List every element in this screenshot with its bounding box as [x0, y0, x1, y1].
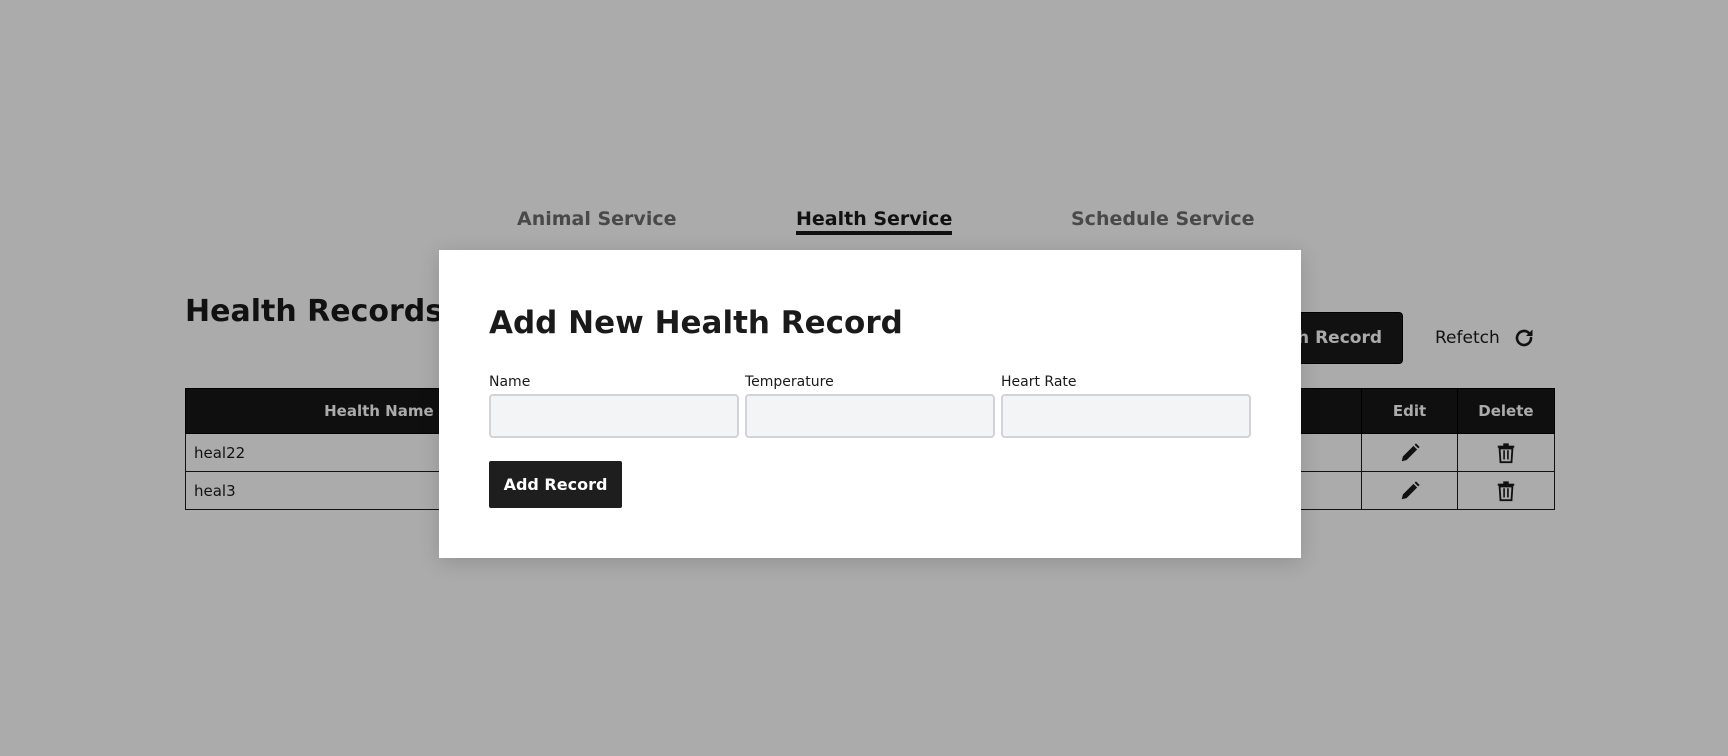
temperature-input[interactable]: [745, 394, 995, 438]
heart-rate-label: Heart Rate: [1001, 374, 1077, 390]
temperature-label: Temperature: [745, 374, 834, 390]
add-record-button[interactable]: Add Record: [489, 461, 622, 508]
temperature-field-group: Temperature: [745, 374, 995, 438]
name-input[interactable]: [489, 394, 739, 438]
heart-rate-input[interactable]: [1001, 394, 1251, 438]
modal-title: Add New Health Record: [489, 305, 903, 341]
add-health-record-modal: Add New Health Record Name Temperature H…: [439, 250, 1301, 558]
name-label: Name: [489, 374, 531, 390]
heart-rate-field-group: Heart Rate: [1001, 374, 1251, 438]
name-field-group: Name: [489, 374, 739, 438]
